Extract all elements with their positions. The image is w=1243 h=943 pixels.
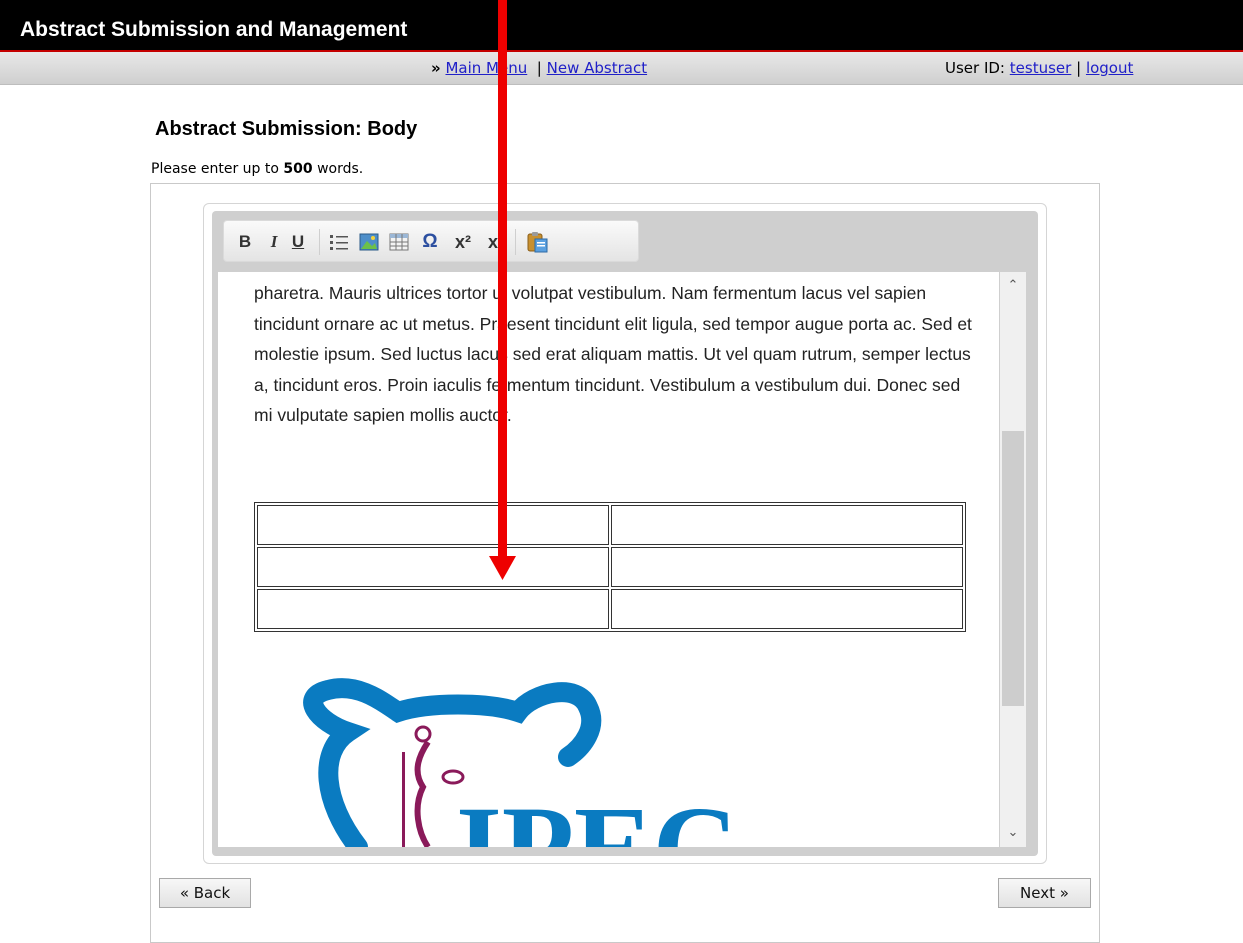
new-abstract-link[interactable]: New Abstract	[547, 59, 647, 77]
insert-table-icon[interactable]	[388, 230, 410, 254]
editor-toolbar: B I U Ω x² x₂	[223, 220, 639, 262]
nav-bar: » Main Menu | New Abstract User ID: test…	[0, 52, 1243, 85]
page-title: Abstract Submission: Body	[155, 118, 418, 140]
word-limit-value: 500	[283, 161, 313, 177]
logo-text: IPEC	[456, 782, 738, 847]
red-arrow-shaft	[498, 0, 507, 560]
table-cell[interactable]	[257, 589, 609, 629]
table-cell[interactable]	[611, 505, 963, 545]
underline-icon[interactable]: U	[288, 230, 308, 254]
nav-separator: |	[536, 59, 542, 77]
scroll-down-arrow-icon[interactable]: ⌄	[1000, 825, 1026, 840]
word-limit-instruction: Please enter up to 500 words.	[151, 161, 363, 177]
instruction-suffix: words.	[312, 161, 364, 177]
bullet-list-icon[interactable]	[328, 230, 350, 254]
bold-icon[interactable]: B	[236, 230, 254, 254]
toolbar-separator	[319, 229, 320, 255]
scroll-up-arrow-icon[interactable]: ⌃	[1000, 278, 1026, 293]
editor-scrollbar[interactable]: ⌃ ⌄	[1000, 272, 1026, 847]
special-character-icon[interactable]: Ω	[419, 230, 441, 254]
insert-image-icon[interactable]	[358, 230, 380, 254]
user-separator: |	[1076, 59, 1082, 77]
main-menu-link[interactable]: Main Menu	[445, 59, 527, 77]
app-title: Abstract Submission and Management	[20, 18, 408, 41]
user-info: User ID: testuser | logout	[945, 59, 1133, 77]
back-button[interactable]: « Back	[159, 878, 251, 908]
red-arrow-head-icon	[489, 556, 516, 580]
table-cell[interactable]	[257, 505, 609, 545]
user-id-label: User ID:	[945, 59, 1005, 77]
paste-icon[interactable]	[524, 230, 550, 254]
italic-icon[interactable]: I	[266, 230, 282, 254]
superscript-icon[interactable]: x²	[448, 230, 478, 254]
scrollbar-thumb[interactable]	[1002, 431, 1024, 706]
app-header: Abstract Submission and Management	[0, 0, 1243, 52]
nav-prefix: »	[431, 59, 441, 77]
abstract-body-text[interactable]: pharetra. Mauris ultrices tortor ut volu…	[254, 278, 974, 431]
logout-link[interactable]: logout	[1086, 59, 1133, 77]
nav-links: » Main Menu | New Abstract	[431, 59, 647, 77]
inserted-table[interactable]	[254, 502, 966, 632]
next-button[interactable]: Next »	[998, 878, 1091, 908]
toolbar-separator	[515, 229, 516, 255]
ipec-logo-image: IPEC	[303, 678, 738, 847]
user-id-link[interactable]: testuser	[1010, 59, 1072, 77]
table-cell[interactable]	[611, 547, 963, 587]
instruction-prefix: Please enter up to	[151, 161, 284, 177]
table-cell[interactable]	[611, 589, 963, 629]
table-cell[interactable]	[257, 547, 609, 587]
editor-content-area[interactable]: pharetra. Mauris ultrices tortor ut volu…	[218, 272, 999, 847]
